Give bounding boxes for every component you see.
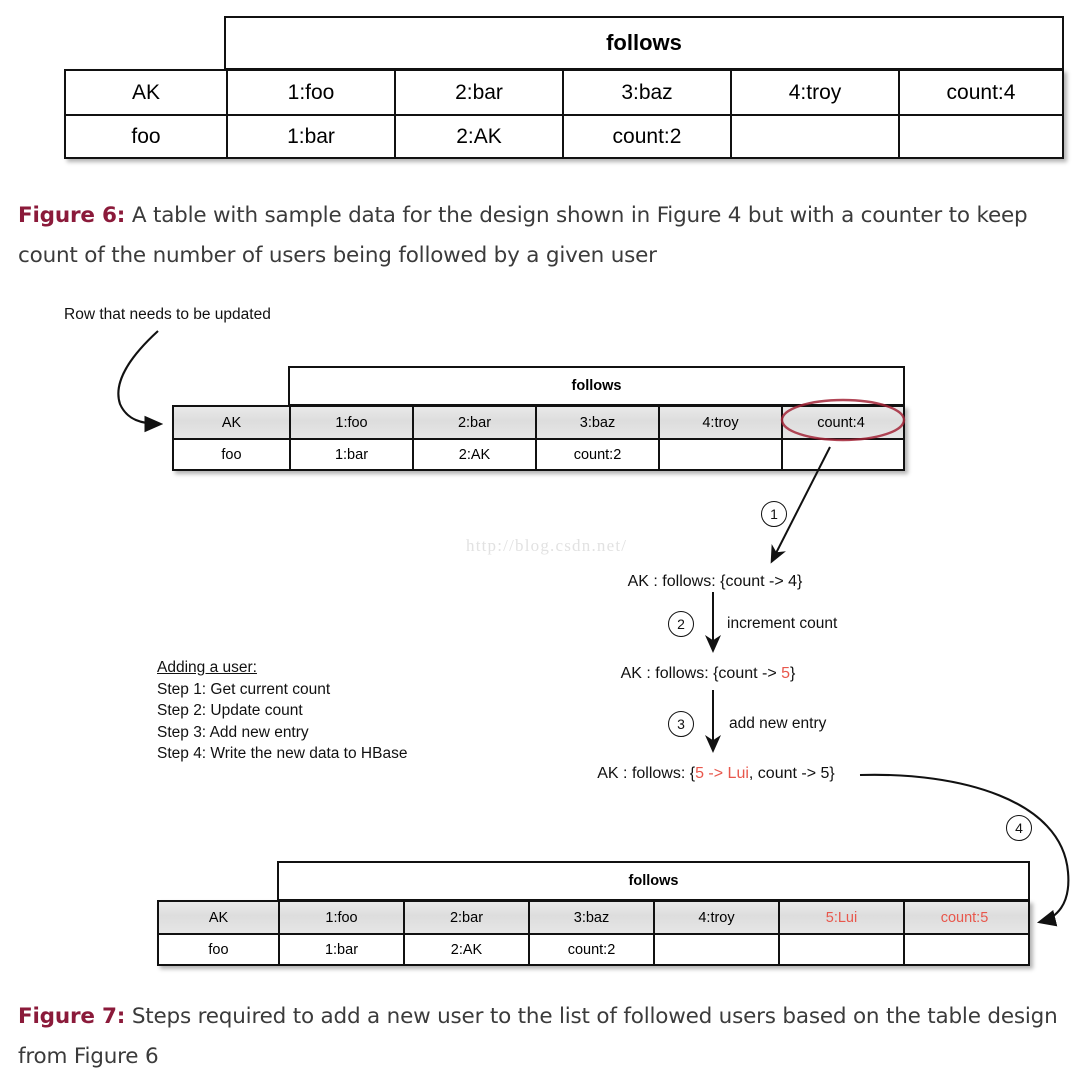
table-cell: 2:bar: [403, 902, 528, 933]
table-cell: 1:foo: [226, 71, 394, 114]
figure7-caption-text: Steps required to add a new user to the …: [18, 1004, 1058, 1069]
figure6-table-grid: AK 1:foo 2:bar 3:baz 4:troy count:4 foo …: [64, 69, 1064, 159]
table-cell-rowkey: AK: [131, 80, 160, 104]
flow-line-3: AK : follows: {5 -> Lui, count -> 5}: [597, 765, 834, 783]
flow-line-3-prefix: AK : follows: {: [597, 765, 696, 782]
table-cell: 1:foo: [278, 902, 403, 933]
table-row-highlighted: AK 1:foo 2:bar 3:baz 4:troy 5:Lui count:…: [159, 902, 1028, 933]
figure6-caption: Figure 6: A table with sample data for t…: [18, 196, 1090, 276]
table-cell-empty: [903, 935, 1024, 964]
step-2-description: increment count: [727, 615, 838, 632]
table-cell-empty: [778, 935, 903, 964]
step-marker-2: 2: [668, 611, 694, 637]
figure7-caption-label: Figure 7:: [18, 1004, 126, 1029]
table-cell: 3:baz: [562, 71, 730, 114]
table-cell: 2:AK: [412, 440, 535, 469]
table-cell: 1:bar: [278, 935, 403, 964]
step-3-description: add new entry: [729, 715, 827, 732]
row-update-arrow: [117, 330, 164, 433]
flow-line-3-highlight: 5 -> Lui: [695, 765, 749, 782]
figure7-after-grid: AK 1:foo 2:bar 3:baz 4:troy 5:Lui count:…: [157, 900, 1030, 966]
table-cell-rowkey: AK: [208, 909, 229, 926]
table-cell: 1:bar: [226, 116, 394, 157]
list-item: Step 2: Update count: [157, 702, 303, 719]
table-cell-count: count:2: [562, 116, 730, 157]
table-cell-count: count:4: [898, 71, 1062, 114]
figure6-column-family-header: follows: [224, 16, 1064, 70]
table-cell: 1:foo: [289, 407, 412, 438]
table-cell-rowkey: AK: [221, 414, 242, 431]
table-cell-empty: [653, 935, 778, 964]
step-marker-4: 4: [1006, 815, 1032, 841]
table-cell: 4:troy: [658, 407, 781, 438]
figure-page: follows AK 1:foo 2:bar 3:baz 4:troy coun…: [0, 0, 1090, 1080]
table-cell-rowkey: foo: [208, 941, 229, 958]
table-row: foo 1:bar 2:AK count:2: [174, 438, 903, 469]
steps-list-title: Adding a user:: [157, 659, 257, 676]
flow-line-3-suffix: , count -> 5}: [748, 765, 835, 782]
figure6-caption-text: A table with sample data for the design …: [18, 203, 1028, 268]
table-cell-rowkey: foo: [221, 446, 242, 463]
table-row-highlighted: AK 1:foo 2:bar 3:baz 4:troy count:4: [174, 407, 903, 438]
table-cell-count-circled: count:4: [781, 407, 899, 438]
figure7-before-column-family-header: follows: [288, 366, 905, 406]
table-row: foo 1:bar 2:AK count:2: [159, 933, 1028, 964]
table-cell-empty: [781, 440, 899, 469]
table-cell-count: count:2: [535, 440, 658, 469]
table-cell: 4:troy: [653, 902, 778, 933]
table-cell: 1:bar: [289, 440, 412, 469]
flow-line-1-prefix: AK : follows: {count -> 4}: [627, 573, 803, 590]
list-item: Step 4: Write the new data to HBase: [157, 745, 408, 762]
figure6-caption-label: Figure 6:: [18, 203, 126, 228]
step-marker-3: 3: [668, 711, 694, 737]
row-update-annotation: Row that needs to be updated: [64, 306, 271, 323]
watermark-text: http://blog.csdn.net/: [466, 536, 628, 555]
adding-user-steps-list: Adding a user: Step 1: Get current count…: [157, 657, 407, 765]
figure7-caption: Figure 7: Steps required to add a new us…: [18, 997, 1090, 1077]
table-cell-empty: [658, 440, 781, 469]
table-cell: 2:bar: [412, 407, 535, 438]
table-cell: 3:baz: [535, 407, 658, 438]
table-cell-count-updated: count:5: [903, 902, 1024, 933]
table-row: AK 1:foo 2:bar 3:baz 4:troy count:4: [66, 71, 1062, 114]
table-cell: 4:troy: [730, 71, 898, 114]
list-item: Step 1: Get current count: [157, 680, 331, 698]
flow-line-1: AK : follows: {count -> 4}: [628, 573, 803, 591]
figure7-before-grid: AK 1:foo 2:bar 3:baz 4:troy count:4 foo …: [172, 405, 905, 471]
table-cell-new-entry: 5:Lui: [778, 902, 903, 933]
flow-line-2-prefix: AK : follows: {count ->: [620, 665, 782, 682]
list-item: Step 3: Add new entry: [157, 723, 309, 741]
table-cell: 2:AK: [403, 935, 528, 964]
table-cell-count: count:2: [528, 935, 653, 964]
step-marker-1: 1: [761, 501, 787, 527]
table-cell: 2:AK: [394, 116, 562, 157]
figure7-after-column-family-header: follows: [277, 861, 1030, 901]
table-cell-empty: [898, 116, 1062, 157]
flow-line-2-suffix: }: [790, 665, 796, 682]
flow-line-2: AK : follows: {count -> 5}: [621, 665, 796, 683]
table-row: foo 1:bar 2:AK count:2: [66, 114, 1062, 157]
table-cell-empty: [730, 116, 898, 157]
table-cell: 2:bar: [394, 71, 562, 114]
table-cell-rowkey: foo: [131, 124, 161, 148]
table-cell: 3:baz: [528, 902, 653, 933]
